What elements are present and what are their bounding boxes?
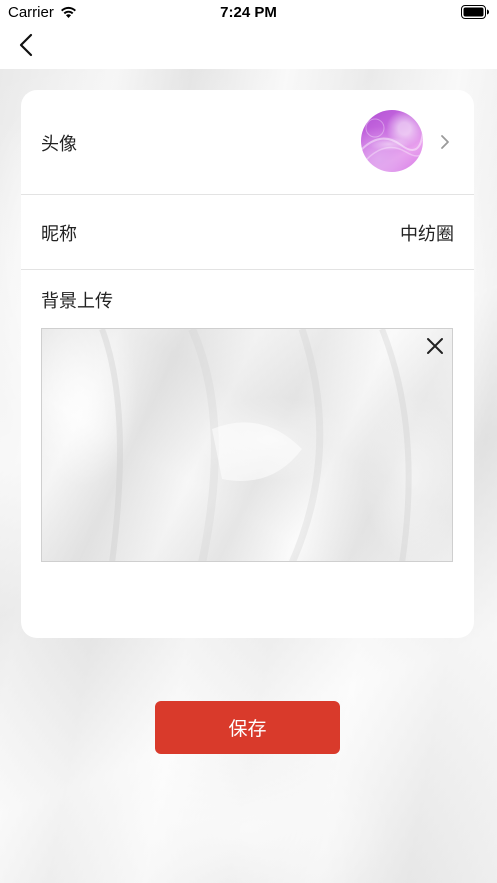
close-icon bbox=[427, 338, 443, 354]
battery-icon bbox=[461, 5, 489, 19]
nickname-value: 中纺圈 bbox=[400, 224, 454, 245]
back-button[interactable] bbox=[10, 28, 42, 62]
remove-image-button[interactable] bbox=[418, 329, 452, 363]
avatar-row[interactable]: 头像 bbox=[21, 90, 474, 195]
profile-card: 头像 昵称 中纺圈 背景上传 bbox=[21, 90, 474, 638]
fabric-texture bbox=[99, 329, 412, 561]
background-upload-row: 背景上传 bbox=[21, 270, 474, 638]
nickname-row[interactable]: 昵称 中纺圈 bbox=[21, 194, 474, 270]
save-button[interactable]: 保存 bbox=[155, 701, 340, 754]
clock: 7:24 PM bbox=[220, 4, 277, 21]
avatar-pattern bbox=[361, 118, 423, 161]
chevron-right-icon bbox=[441, 135, 449, 149]
nickname-label: 昵称 bbox=[41, 224, 77, 245]
navigation-bar bbox=[0, 26, 497, 69]
chevron-left-icon bbox=[19, 33, 33, 57]
status-bar: Carrier 7:24 PM bbox=[0, 0, 497, 26]
background-upload-label: 背景上传 bbox=[41, 291, 113, 312]
avatar-label: 头像 bbox=[41, 134, 77, 155]
avatar[interactable] bbox=[361, 110, 423, 172]
background-image-preview[interactable] bbox=[41, 328, 453, 562]
